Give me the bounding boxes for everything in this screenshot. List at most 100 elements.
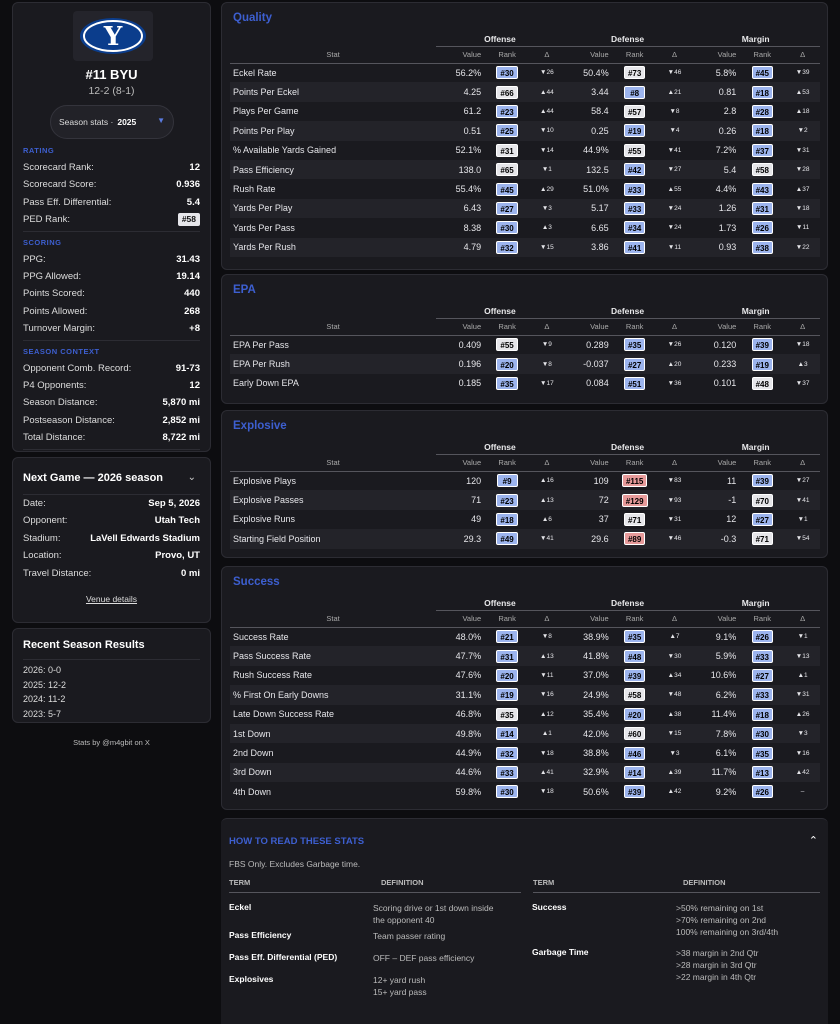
stat-name: EPA Per Pass [233, 339, 289, 350]
rank-delta: ▼8 [530, 354, 564, 374]
chevron-up-icon[interactable]: ⌃ [809, 834, 818, 847]
rank-badge: #49 [496, 532, 518, 546]
rank-cell: #51 [612, 374, 658, 393]
rank-delta-value: 26 [674, 341, 682, 349]
venue-details-link[interactable]: Venue details [13, 594, 210, 604]
rank-cell: #30 [484, 218, 530, 237]
rank-delta-value: 53 [802, 88, 810, 96]
divider [23, 339, 200, 341]
chevron-down-icon[interactable]: ⌄ [188, 472, 196, 483]
table-row: Starting Field Position 29.3 #49 ▼41 29.6 #89… [230, 529, 820, 549]
rank-delta-value: 34 [674, 671, 682, 679]
rank-cell: #27 [739, 510, 785, 529]
rank-cell: #45 [739, 63, 785, 82]
stat-name: Pass Efficiency [230, 159, 437, 180]
stat-value: 37.0% [583, 670, 609, 681]
team-name: #11 BYU [85, 67, 138, 82]
rank-cell: #33 [612, 179, 658, 198]
rank-badge: #58 [751, 163, 773, 177]
table-row: Pass Success Rate 47.7% #31 ▲13 41.8% #48 ▼30 5… [230, 646, 820, 666]
recent-result-row: 2024: 11-2 [23, 694, 66, 704]
column-header-value: Value [691, 46, 740, 64]
rank-badge: #20 [623, 707, 646, 721]
column-header-rank: Rank [739, 454, 786, 472]
rank-badge: #19 [496, 688, 518, 702]
stat-value: 41.8% [563, 646, 612, 666]
next-game-value: Sep 5, 2026 [148, 498, 200, 509]
stat-row: Scorecard Score: 0.936 [23, 176, 200, 193]
stat-name: Rush Success Rate [233, 670, 313, 681]
next-game-title: Next Game — 2026 season [23, 472, 164, 484]
rank-cell: #33 [611, 198, 658, 219]
table-row: Pass Efficiency 138.0 #65 ▼1 132.5 #42 ▼27 5.4 #… [230, 159, 820, 180]
rank-delta-value: 31 [802, 146, 810, 154]
rank-cell: #71 [739, 529, 786, 549]
definition-header: DEFINITION [683, 878, 726, 887]
column-header-row: Stat Value Rank Δ Value Rank Δ Value Rank Δ [230, 46, 820, 64]
rank-delta: ▲29 [530, 179, 564, 198]
rank-cell: #19 [739, 354, 786, 374]
rank-cell: #9 [484, 471, 530, 490]
rank-delta: ▼13 [785, 646, 820, 666]
rank-delta: ▼1 [530, 159, 564, 180]
column-header-delta: Δ [785, 610, 820, 628]
rank-cell: #14 [611, 762, 658, 783]
rank-cell: #45 [484, 179, 530, 198]
glossary-definition: >38 margin in 2nd Qtr >28 margin in 3rd … [676, 948, 759, 982]
stat-value: 120 [466, 475, 482, 486]
column-header-value: Value [436, 454, 485, 472]
rank-badge: #39 [751, 474, 773, 488]
rank-cell: #32 [484, 237, 531, 257]
rank-cell: #20 [612, 705, 658, 724]
rank-badge: #45 [751, 66, 773, 80]
rank-cell: #55 [484, 335, 530, 354]
rank-delta-value: 18 [546, 749, 554, 757]
stat-value: 5.4 [186, 196, 200, 208]
rank-cell: #13 [739, 762, 786, 783]
rank-badge: #57 [623, 104, 646, 118]
stat-value: 35.4% [583, 709, 609, 720]
rank-delta-value: 20 [674, 360, 682, 368]
group-header-defense: Defense [563, 304, 692, 319]
table-row: EPA Per Rush 0.196 #20 ▼8 -0.037 #27 ▲20 0.233 #… [230, 354, 820, 374]
rank-badge: #43 [751, 182, 773, 196]
table-row: Explosive Runs 49 #18 ▲6 37 #71 ▼31 12 #27 ▼1 [230, 510, 820, 529]
stat-value: 47.6% [455, 670, 482, 681]
rank-cell: #70 [739, 490, 786, 510]
how-to-read-title[interactable]: HOW TO READ THESE STATS [229, 836, 364, 847]
rank-delta-value: 1 [804, 671, 808, 679]
stat-value: 0.81 [691, 82, 740, 102]
stat-label: PPG: [23, 253, 46, 265]
group-header-offense: Offense [436, 32, 564, 47]
column-header-stat: Stat [230, 46, 437, 64]
rank-cell: #19 [611, 121, 658, 141]
column-header-rank: Rank [611, 454, 658, 472]
chevron-down-icon: ▼ [157, 116, 165, 125]
rank-badge: #66 [496, 85, 518, 99]
column-header-row: Stat Value Rank Δ Value Rank Δ Value Rank Δ [230, 610, 820, 628]
rank-badge: #39 [623, 785, 646, 799]
rank-cell: #23 [484, 490, 531, 510]
stat-value: 3.86 [563, 237, 612, 257]
rank-cell: #32 [484, 743, 530, 762]
rank-delta: ▼41 [658, 141, 692, 160]
rank-cell: #8 [611, 82, 658, 102]
rank-cell: #66 [484, 82, 531, 102]
rank-delta-value: 18 [802, 341, 810, 349]
stat-label: Total Distance: [23, 432, 86, 444]
stat-value: 38.9% [583, 631, 609, 642]
stat-value: 31.1% [436, 685, 485, 705]
rank-badge: #34 [623, 221, 646, 235]
rank-delta-value: 30 [674, 652, 682, 660]
rank-delta-value: 24 [674, 204, 682, 212]
stat-value: 44.6% [436, 762, 485, 783]
divider [533, 892, 820, 893]
rank-cell: #42 [611, 159, 658, 180]
rank-badge: #32 [496, 746, 518, 760]
next-game-row: Opponent: Utah Tech [23, 512, 200, 529]
rank-delta-value: 18 [546, 788, 554, 796]
rank-delta-value: 11 [674, 243, 682, 251]
season-selector[interactable]: Season stats · 2025 ▼ [50, 105, 174, 139]
glossary-term: Eckel [229, 902, 252, 912]
stat-value: 48.0% [455, 631, 482, 642]
